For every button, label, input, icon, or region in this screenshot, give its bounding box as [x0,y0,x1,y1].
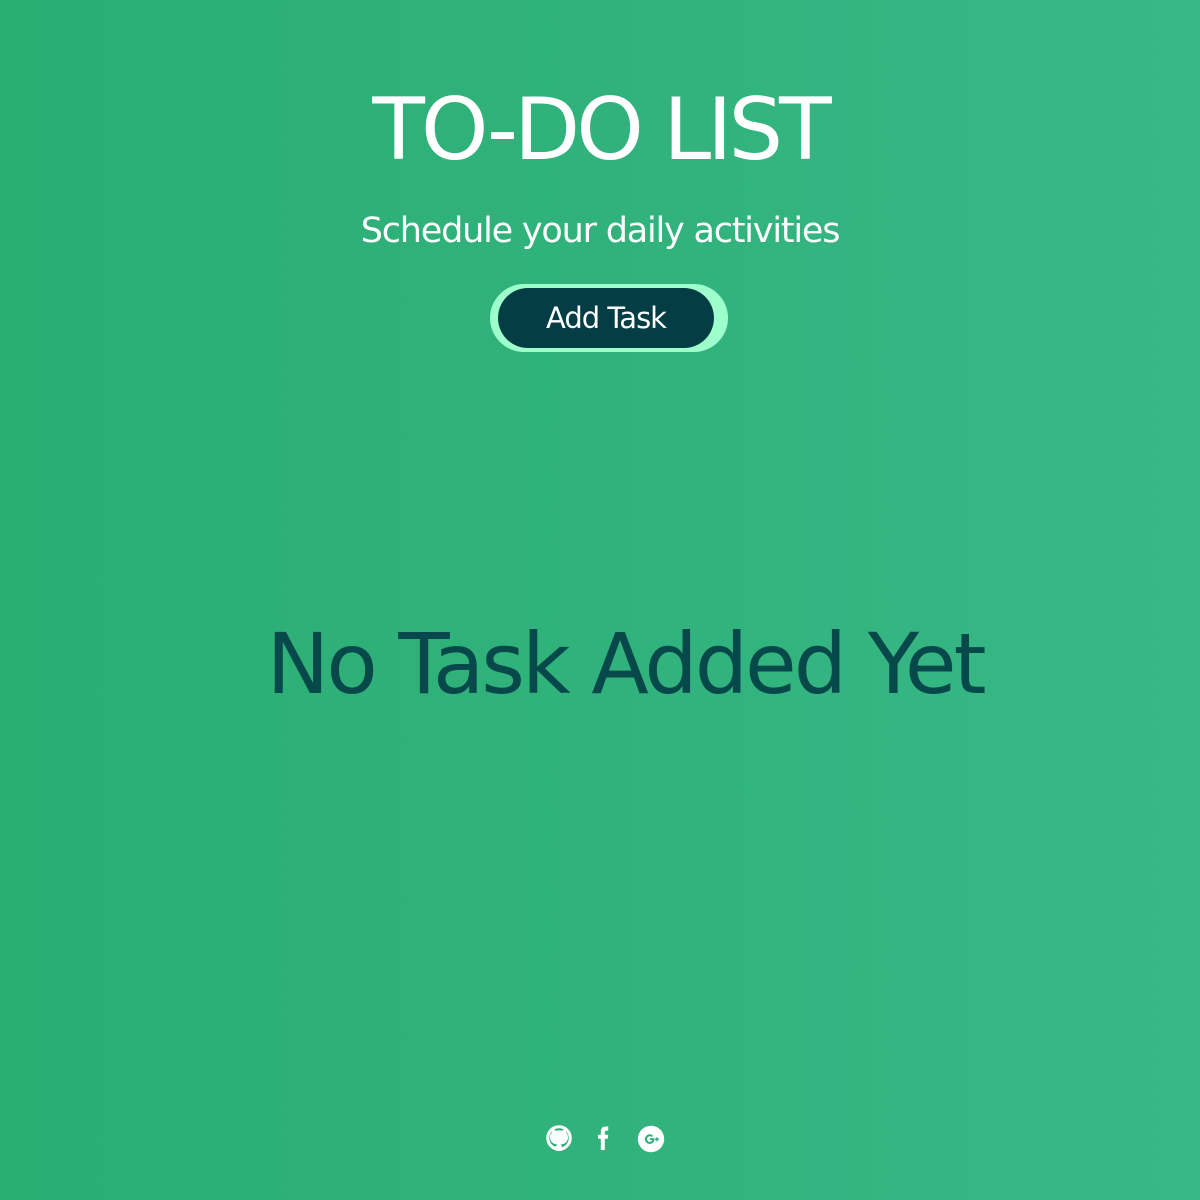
google-plus-icon [637,1125,665,1153]
github-link[interactable] [541,1120,577,1156]
facebook-link[interactable] [587,1120,623,1156]
empty-task-message: No Task Added Yet [266,615,986,713]
google-plus-link[interactable] [633,1120,669,1156]
page-title: TO-DO LIST [372,80,831,180]
page-subtitle: Schedule your daily activities [360,211,841,251]
add-task-button-ring: Add Task [490,284,728,352]
facebook-icon [598,1126,609,1150]
social-footer [541,1120,671,1160]
github-icon [546,1125,572,1151]
add-task-button[interactable]: Add Task [498,288,714,348]
